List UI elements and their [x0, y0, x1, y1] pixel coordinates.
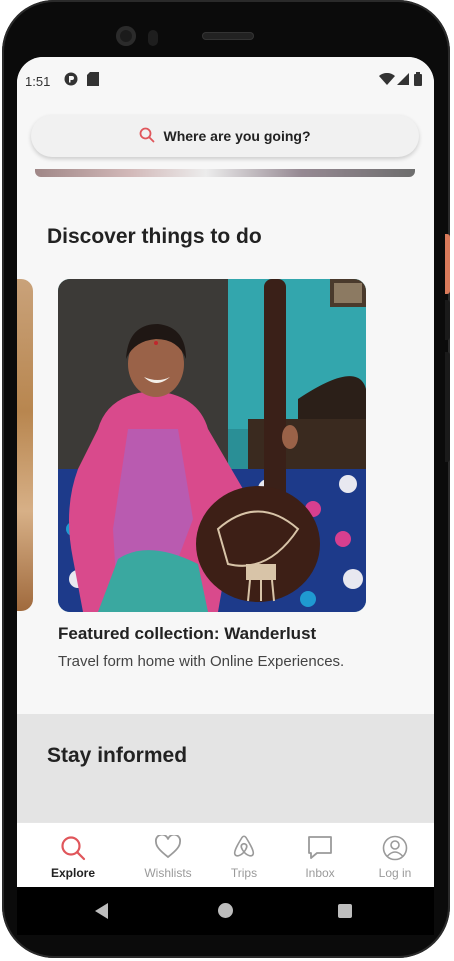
tab-log-in-label: Log in	[378, 866, 412, 880]
cell-signal-icon	[397, 73, 409, 88]
tab-trips-label: Trips	[230, 866, 258, 880]
featured-collection-title[interactable]: Featured collection: Wanderlust	[58, 624, 316, 644]
heart-icon	[155, 835, 181, 859]
notification-app-icon	[64, 72, 78, 89]
discover-heading: Discover things to do	[47, 225, 262, 248]
system-nav-bar	[17, 887, 434, 935]
earpiece-speaker	[202, 32, 254, 40]
app-screen: 1:51 Where are you going? Discover thing…	[17, 57, 434, 887]
stay-informed-heading: Stay informed	[47, 744, 188, 767]
status-time: 1:51	[25, 74, 51, 89]
tab-wishlists-label: Wishlists	[144, 866, 192, 880]
previous-card-edge	[35, 169, 415, 177]
tab-inbox[interactable]: Inbox	[280, 823, 360, 887]
featured-collection-image[interactable]	[58, 279, 366, 612]
side-accent-button	[445, 234, 450, 294]
airbnb-logo-icon	[233, 835, 255, 857]
status-bar: 1:51	[17, 57, 434, 105]
battery-icon	[414, 72, 422, 89]
power-button	[445, 352, 450, 462]
tab-wishlists[interactable]: Wishlists	[128, 823, 208, 887]
profile-icon	[382, 835, 408, 861]
search-placeholder: Where are you going?	[163, 128, 311, 144]
tab-explore[interactable]: Explore	[33, 823, 113, 887]
stay-informed-section	[17, 714, 434, 824]
sd-card-icon	[87, 72, 99, 89]
message-icon	[308, 836, 332, 859]
proximity-sensor	[148, 30, 158, 46]
volume-button	[445, 300, 450, 340]
tab-trips[interactable]: Trips	[204, 823, 284, 887]
search-icon	[61, 836, 86, 861]
search-icon	[139, 127, 155, 146]
search-bar[interactable]: Where are you going?	[31, 115, 419, 157]
back-icon[interactable]	[95, 903, 108, 919]
bottom-tab-bar: Explore Wishlists Trips Inbox Log in	[17, 822, 434, 887]
front-camera	[116, 26, 136, 46]
previous-experience-card[interactable]	[17, 279, 33, 611]
tab-inbox-label: Inbox	[305, 866, 335, 880]
home-icon[interactable]	[218, 903, 233, 918]
wifi-icon	[379, 72, 395, 88]
tab-explore-label: Explore	[50, 866, 95, 880]
tab-log-in[interactable]: Log in	[355, 823, 434, 887]
recents-icon[interactable]	[338, 904, 352, 918]
featured-collection-subtitle: Travel form home with Online Experiences…	[58, 653, 345, 670]
